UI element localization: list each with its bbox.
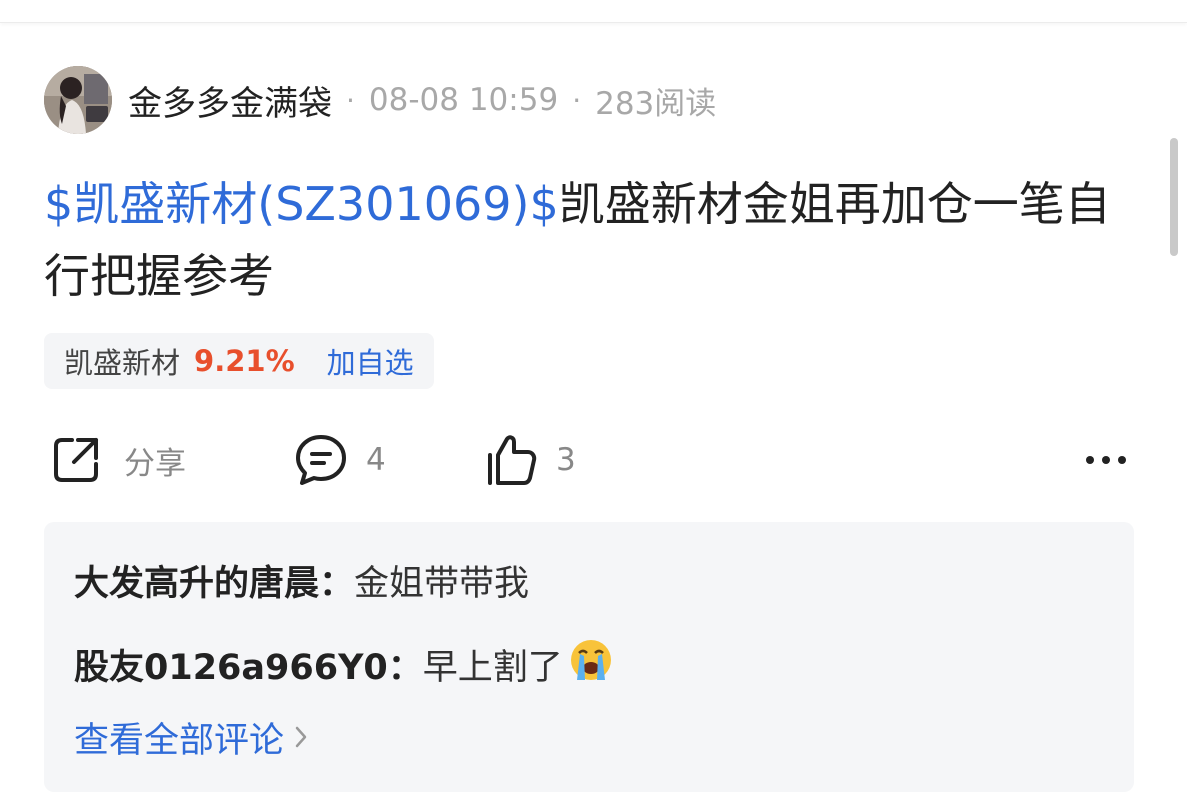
post-header: 金多多金满袋 · 08-08 10:59 · 283阅读 <box>44 64 716 136</box>
action-bar: 分享 4 3 <box>44 428 1134 492</box>
stock-name[interactable]: 凯盛新材 <box>64 340 180 382</box>
commenter-name[interactable]: 大发高升的唐晨： <box>74 555 354 606</box>
thumbs-up-icon <box>482 431 540 489</box>
comment-preview: 大发高升的唐晨： 金姐带带我 股友0126a966Y0： 早上割了 查看全部评论 <box>44 522 1134 792</box>
scrollbar[interactable] <box>1170 138 1178 256</box>
read-count: 283阅读 <box>595 85 717 122</box>
comment-item[interactable]: 大发高升的唐晨： 金姐带带我 <box>74 556 529 604</box>
comment-text: 早上割了 <box>422 647 563 688</box>
share-icon <box>48 432 104 488</box>
top-divider <box>0 0 1187 23</box>
separator-dot: · <box>346 83 355 117</box>
commenter-name[interactable]: 股友0126a966Y0： <box>74 639 423 690</box>
separator-dot: · <box>572 83 582 117</box>
more-button[interactable] <box>1084 428 1128 492</box>
comment-icon <box>292 431 350 489</box>
comment-item[interactable]: 股友0126a966Y0： 早上割了 <box>74 638 613 691</box>
comment-button[interactable]: 4 <box>292 428 386 492</box>
stock-chip[interactable]: 凯盛新材 9.21% 加自选 <box>44 333 434 389</box>
add-watchlist-button[interactable]: 加自选 <box>327 340 414 382</box>
view-all-comments-link[interactable]: 查看全部评论 <box>74 712 308 763</box>
stock-change: 9.21% <box>194 344 295 378</box>
stock-link[interactable]: $凯盛新材(SZ301069)$ <box>44 177 559 231</box>
like-button[interactable]: 3 <box>482 428 576 492</box>
post-body: $凯盛新材(SZ301069)$凯盛新材金姐再加仓一笔自行把握参考 <box>44 168 1134 312</box>
avatar[interactable] <box>44 66 112 134</box>
like-count: 3 <box>556 442 576 478</box>
author-name[interactable]: 金多多金满袋 <box>128 76 332 125</box>
comment-count: 4 <box>366 442 386 478</box>
share-label: 分享 <box>124 445 186 482</box>
post-date: 08-08 10:59 <box>368 82 559 118</box>
more-icon <box>1084 454 1128 466</box>
crying-face-icon <box>569 638 613 691</box>
chevron-right-icon <box>294 718 308 758</box>
view-all-label: 查看全部评论 <box>74 721 285 761</box>
share-button[interactable]: 分享 <box>48 428 186 492</box>
comment-text: 金姐带带我 <box>354 563 530 604</box>
